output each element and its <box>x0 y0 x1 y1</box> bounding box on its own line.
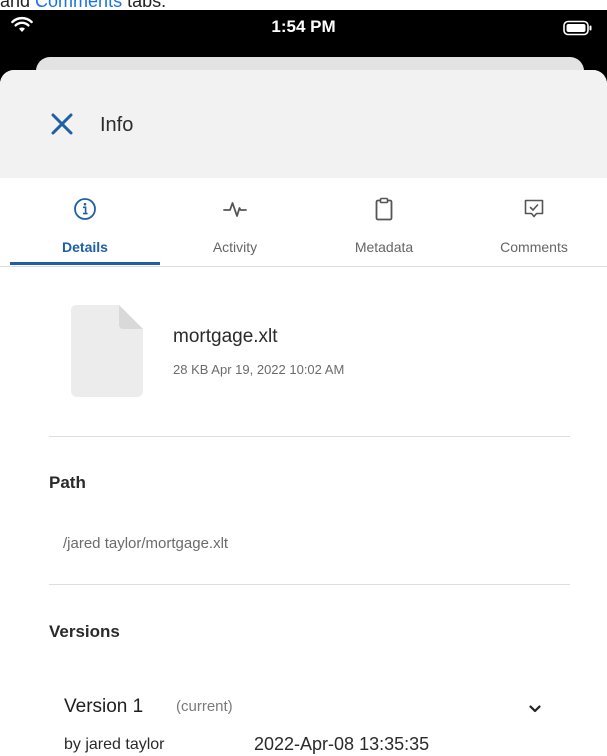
file-icon <box>71 305 143 402</box>
versions-heading: Versions <box>49 622 120 641</box>
caption-text: and Comments tabs. <box>0 0 166 10</box>
path-heading: Path <box>49 473 86 492</box>
caption-text-after: tabs. <box>122 0 167 10</box>
tab-details[interactable]: Details <box>10 178 160 266</box>
path-value: /jared taylor/mortgage.xlt <box>63 535 229 552</box>
tab-bar: Details Activity Metadata Comments <box>0 178 607 267</box>
app-screen: and Comments tabs. 1:54 PM Info Details … <box>0 0 607 756</box>
clipboard-icon <box>309 196 459 222</box>
tab-label-activity: Activity <box>212 239 258 255</box>
caption-text-before: and <box>0 0 36 10</box>
comment-icon <box>459 196 607 222</box>
file-name: mortgage.xlt <box>173 326 278 347</box>
caption-strip: and Comments tabs. <box>0 0 607 10</box>
info-icon <box>10 196 160 222</box>
status-bar: 1:54 PM <box>0 10 607 46</box>
tab-label-details: Details <box>62 239 108 255</box>
divider <box>49 436 570 437</box>
close-icon <box>46 113 78 144</box>
page-title: Info <box>100 114 134 136</box>
close-button[interactable] <box>46 108 78 140</box>
version-status: (current) <box>176 698 233 715</box>
battery-icon <box>563 20 593 41</box>
status-time: 1:54 PM <box>271 17 336 36</box>
version-date: 2022-Apr-08 13:35:35 <box>254 734 430 754</box>
chevron-down-icon <box>524 705 546 724</box>
tab-comments[interactable]: Comments <box>459 178 607 266</box>
tab-label-comments: Comments <box>500 239 568 255</box>
active-tab-indicator <box>10 262 160 265</box>
activity-icon <box>160 196 310 222</box>
version-expand-button[interactable] <box>524 698 546 720</box>
tab-label-metadata: Metadata <box>354 239 414 255</box>
info-sheet: Info Details Activity Metadata Comments … <box>0 70 607 756</box>
tab-metadata[interactable]: Metadata <box>309 178 459 266</box>
caption-comments-link[interactable]: Comments <box>35 0 122 10</box>
info-header: Info <box>0 70 607 178</box>
divider <box>49 584 570 585</box>
tab-activity[interactable]: Activity <box>160 178 310 266</box>
version-label: Version 1 <box>64 696 144 717</box>
file-meta: 28 KB Apr 19, 2022 10:02 AM <box>173 362 345 377</box>
version-author: by jared taylor <box>64 736 165 753</box>
